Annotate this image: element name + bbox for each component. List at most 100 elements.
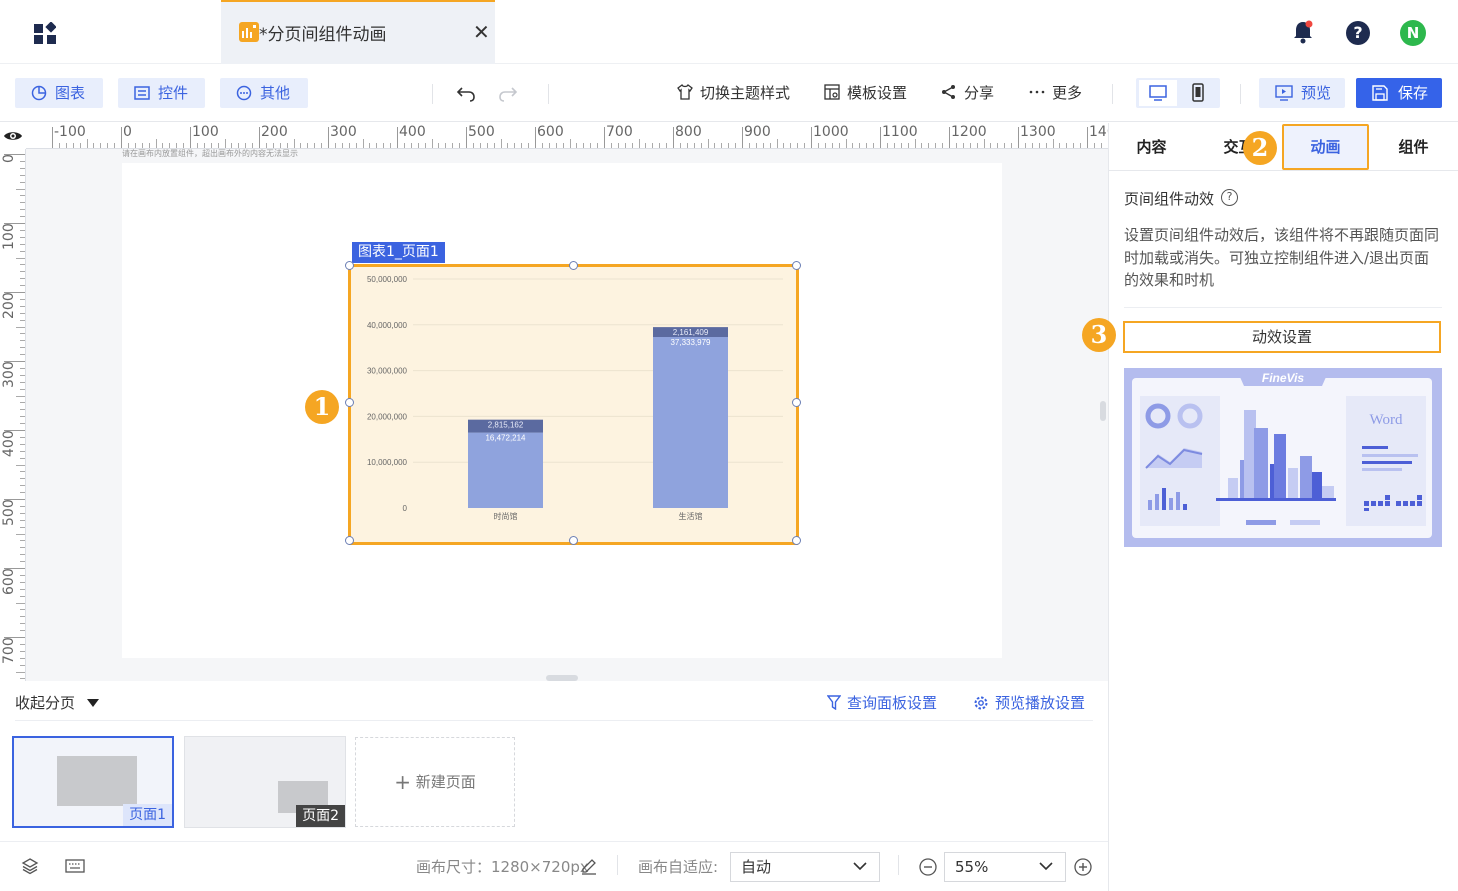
ruler-tick (4, 154, 25, 155)
redo-icon[interactable] (497, 82, 519, 104)
save-icon (1372, 85, 1388, 101)
playback-settings-button[interactable]: 预览播放设置 (973, 692, 1085, 713)
canvas-fit-label: 画布自适应: (638, 858, 719, 876)
visibility-toggle[interactable] (0, 123, 26, 149)
promo-word: Word (1370, 412, 1403, 428)
monitor-icon (1149, 85, 1167, 101)
promo-title: FineVis (1262, 371, 1305, 385)
ruler-label: 140 (1089, 124, 1108, 140)
ruler-label: 1000 (813, 124, 849, 140)
other-button[interactable]: 其他 (220, 78, 308, 108)
chart-button[interactable]: 图表 (15, 78, 103, 108)
desktop-view-button[interactable] (1139, 80, 1177, 106)
other-button-label: 其他 (260, 84, 291, 102)
ruler-tick (4, 499, 25, 500)
divider (548, 84, 549, 104)
pie-chart-icon (31, 85, 47, 101)
ruler-tick (4, 292, 25, 293)
preview-button[interactable]: 预览 (1259, 78, 1345, 108)
ruler-label: 300 (330, 124, 357, 140)
ruler-minor-tick (431, 139, 433, 148)
template-settings-button[interactable]: 模板设置 (823, 82, 907, 104)
ruler-tick (121, 127, 122, 148)
zoom-select[interactable]: 55% (944, 852, 1066, 882)
template-icon (824, 84, 840, 100)
user-avatar[interactable]: N (1400, 20, 1426, 46)
ruler-label: 400 (399, 124, 426, 140)
more-circle-icon (236, 85, 252, 101)
query-panel-settings-label: 查询面板设置 (847, 694, 938, 712)
chart-component[interactable]: 0 10,000,000 20,000,000 30,000,000 40,000,00… (345, 261, 801, 545)
eye-icon (4, 132, 22, 140)
caret-down-icon (86, 699, 99, 707)
ruler-tick (4, 430, 25, 431)
ruler-tick (1087, 127, 1088, 148)
step-marker-1: 1 (305, 390, 339, 424)
ruler-tick (4, 568, 25, 569)
ruler-minor-tick (983, 139, 985, 148)
step-marker-2: 2 (1243, 131, 1277, 165)
x-tick-label: 生活馆 (679, 511, 703, 521)
zoom-out-icon[interactable] (918, 857, 938, 877)
phone-icon (1192, 83, 1204, 102)
tab-components[interactable]: 组件 (1370, 123, 1457, 171)
ruler-label: 200 (1, 292, 17, 319)
stacked-bar-chart: 0 10,000,000 20,000,000 30,000,000 40,000,00… (351, 267, 796, 542)
apps-grid-icon[interactable] (34, 22, 56, 44)
page-thumbnail-2[interactable]: 页面2 (184, 736, 346, 828)
mobile-view-button[interactable] (1179, 80, 1217, 106)
share-button[interactable]: 分享 (940, 82, 994, 104)
undo-icon[interactable] (455, 82, 477, 104)
more-button[interactable]: 更多 (1028, 82, 1082, 104)
query-panel-settings-button[interactable]: 查询面板设置 (826, 692, 938, 713)
resize-handle[interactable] (792, 261, 801, 270)
share-icon (942, 85, 955, 99)
ruler-label: 900 (744, 124, 771, 140)
ruler-minor-tick (707, 139, 709, 148)
y-tick-label: 20,000,000 (367, 412, 408, 421)
ruler-minor-tick (16, 257, 25, 259)
new-page-button[interactable]: + 新建页面 (355, 737, 515, 827)
close-tab-icon[interactable]: ✕ (473, 20, 490, 44)
tab-animation[interactable]: 动画 (1282, 124, 1369, 170)
resize-handle[interactable] (345, 261, 354, 270)
panel-resize-handle[interactable] (1100, 401, 1106, 421)
ellipsis-icon (1029, 90, 1045, 94)
keyboard-icon[interactable] (65, 859, 85, 873)
control-button[interactable]: 控件 (118, 78, 205, 108)
bar-segment (468, 432, 543, 508)
layers-icon[interactable] (21, 857, 39, 875)
ruler-label: 700 (1, 637, 17, 664)
zoom-in-icon[interactable] (1073, 857, 1093, 877)
resize-handle[interactable] (345, 398, 354, 407)
ruler-minor-tick (16, 464, 25, 466)
ruler-label: 300 (1, 361, 17, 388)
vertical-ruler: 0 100 200 300 400 500 600 700 (0, 149, 26, 681)
document-tab[interactable]: *分页间组件动画 ✕ (221, 0, 495, 64)
ruler-label: 0 (1, 154, 17, 163)
switch-theme-button[interactable]: 切换主题样式 (676, 82, 790, 104)
ruler-minor-tick (16, 533, 25, 535)
edit-pencil-icon[interactable] (580, 857, 598, 875)
ruler-label: 500 (468, 124, 495, 140)
tab-title: *分页间组件动画 (259, 25, 387, 45)
page-thumbnail-1[interactable]: 页面1 (12, 736, 174, 828)
collapse-pages-button[interactable]: 收起分页 (15, 692, 100, 713)
canvas-fit-select[interactable]: 自动 (730, 852, 880, 882)
ruler-label: -100 (54, 124, 86, 140)
resize-handle[interactable] (792, 398, 801, 407)
animation-settings-button[interactable]: 动效设置 (1123, 321, 1441, 353)
section-title: 页间组件动效 (1124, 190, 1215, 208)
help-icon[interactable]: ? (1346, 21, 1370, 45)
ruler-label: 1200 (951, 124, 987, 140)
tab-content[interactable]: 内容 (1108, 123, 1195, 171)
resize-handle[interactable] (792, 536, 801, 545)
save-button[interactable]: 保存 (1356, 78, 1442, 108)
resize-handle[interactable] (345, 536, 354, 545)
help-circle-icon[interactable]: ? (1221, 189, 1238, 206)
resize-handle[interactable] (569, 261, 578, 270)
canvas-size-label: 画布尺寸：1280×720px (416, 858, 589, 876)
notification-bell-icon[interactable] (1292, 20, 1314, 44)
resize-handle[interactable] (569, 536, 578, 545)
preview-label: 预览 (1301, 84, 1332, 102)
